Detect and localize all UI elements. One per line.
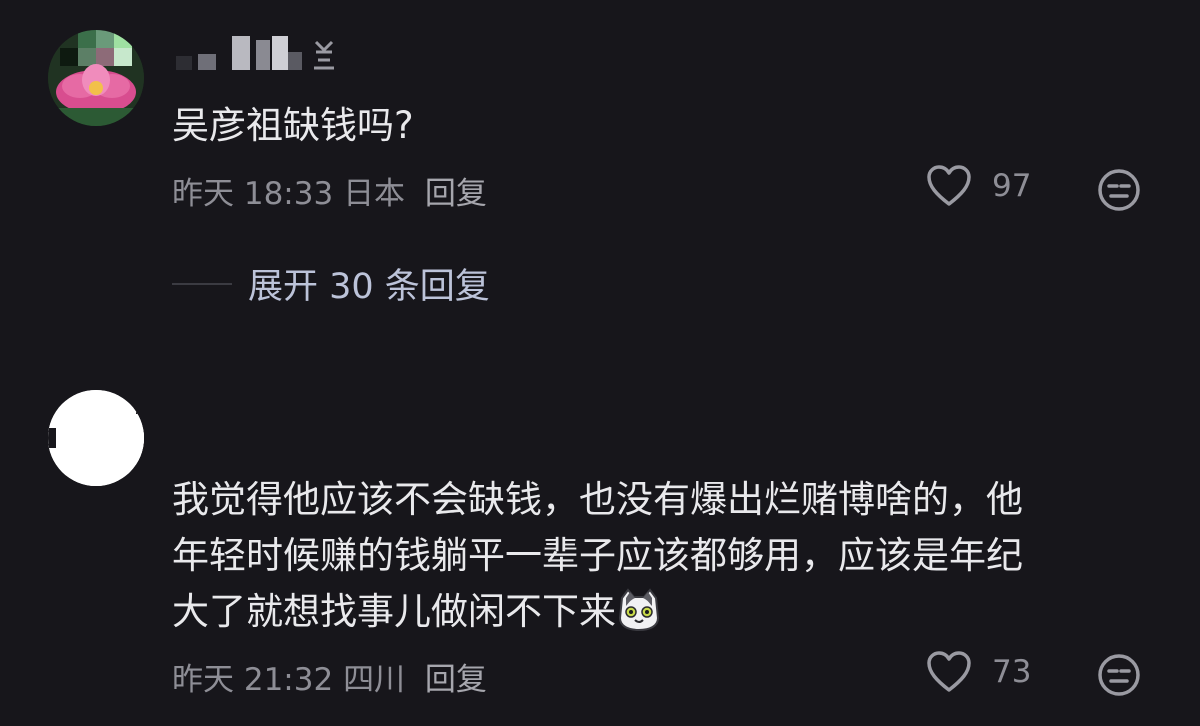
like-count: 73 xyxy=(992,654,1032,690)
lotus-avatar-image xyxy=(48,30,144,126)
emoji-react-button[interactable] xyxy=(1096,652,1142,702)
comment-text-line: 我觉得他应该不会缺钱，也没有爆出烂赌博啥的，他 xyxy=(172,478,1023,521)
username-redacted[interactable] xyxy=(176,36,346,76)
heart-outline-icon xyxy=(927,165,971,206)
like-count: 97 xyxy=(992,168,1032,204)
reply-button[interactable]: 回复 xyxy=(425,176,487,212)
cat-face-emoji xyxy=(616,588,662,648)
expand-replies-button[interactable]: 展开 30 条回复 xyxy=(172,258,490,309)
comment-meta: 昨天 18:33 日本 回复 xyxy=(172,168,487,213)
neutral-face-icon xyxy=(1098,169,1140,211)
like-button[interactable]: 97 xyxy=(926,164,1031,208)
like-button[interactable]: 73 xyxy=(926,650,1031,694)
comment-text-line: 年轻时候赚的钱躺平一辈子应该都够用，应该是年纪 xyxy=(172,534,1023,577)
location: 日本 xyxy=(343,176,406,212)
avatar[interactable] xyxy=(48,30,144,126)
heart-outline-icon xyxy=(927,651,971,692)
emoji-react-button[interactable] xyxy=(1096,167,1142,217)
divider-line xyxy=(172,282,232,285)
comment-meta: 昨天 21:32 四川 回复 xyxy=(172,654,487,699)
comment-text: 吴彦祖缺钱吗? xyxy=(172,104,414,147)
comment-text-line: 大了就想找事儿做闲不下来 xyxy=(172,584,1023,648)
comment-text-line-content: 大了就想找事儿做闲不下来 xyxy=(172,590,616,633)
neutral-face-icon xyxy=(1098,654,1140,696)
timestamp: 昨天 18:33 xyxy=(172,176,334,212)
location: 四川 xyxy=(343,662,406,698)
redacted-avatar-image xyxy=(48,390,144,486)
timestamp: 昨天 21:32 xyxy=(172,662,334,698)
avatar[interactable] xyxy=(48,390,144,486)
comment-text: 我觉得他应该不会缺钱，也没有爆出烂赌博啥的，他 年轻时候赚的钱躺平一辈子应该都够… xyxy=(172,472,1023,648)
reply-button[interactable]: 回复 xyxy=(425,662,487,698)
pixelated-username xyxy=(176,36,334,70)
expand-replies-label: 展开 30 条回复 xyxy=(248,267,490,307)
